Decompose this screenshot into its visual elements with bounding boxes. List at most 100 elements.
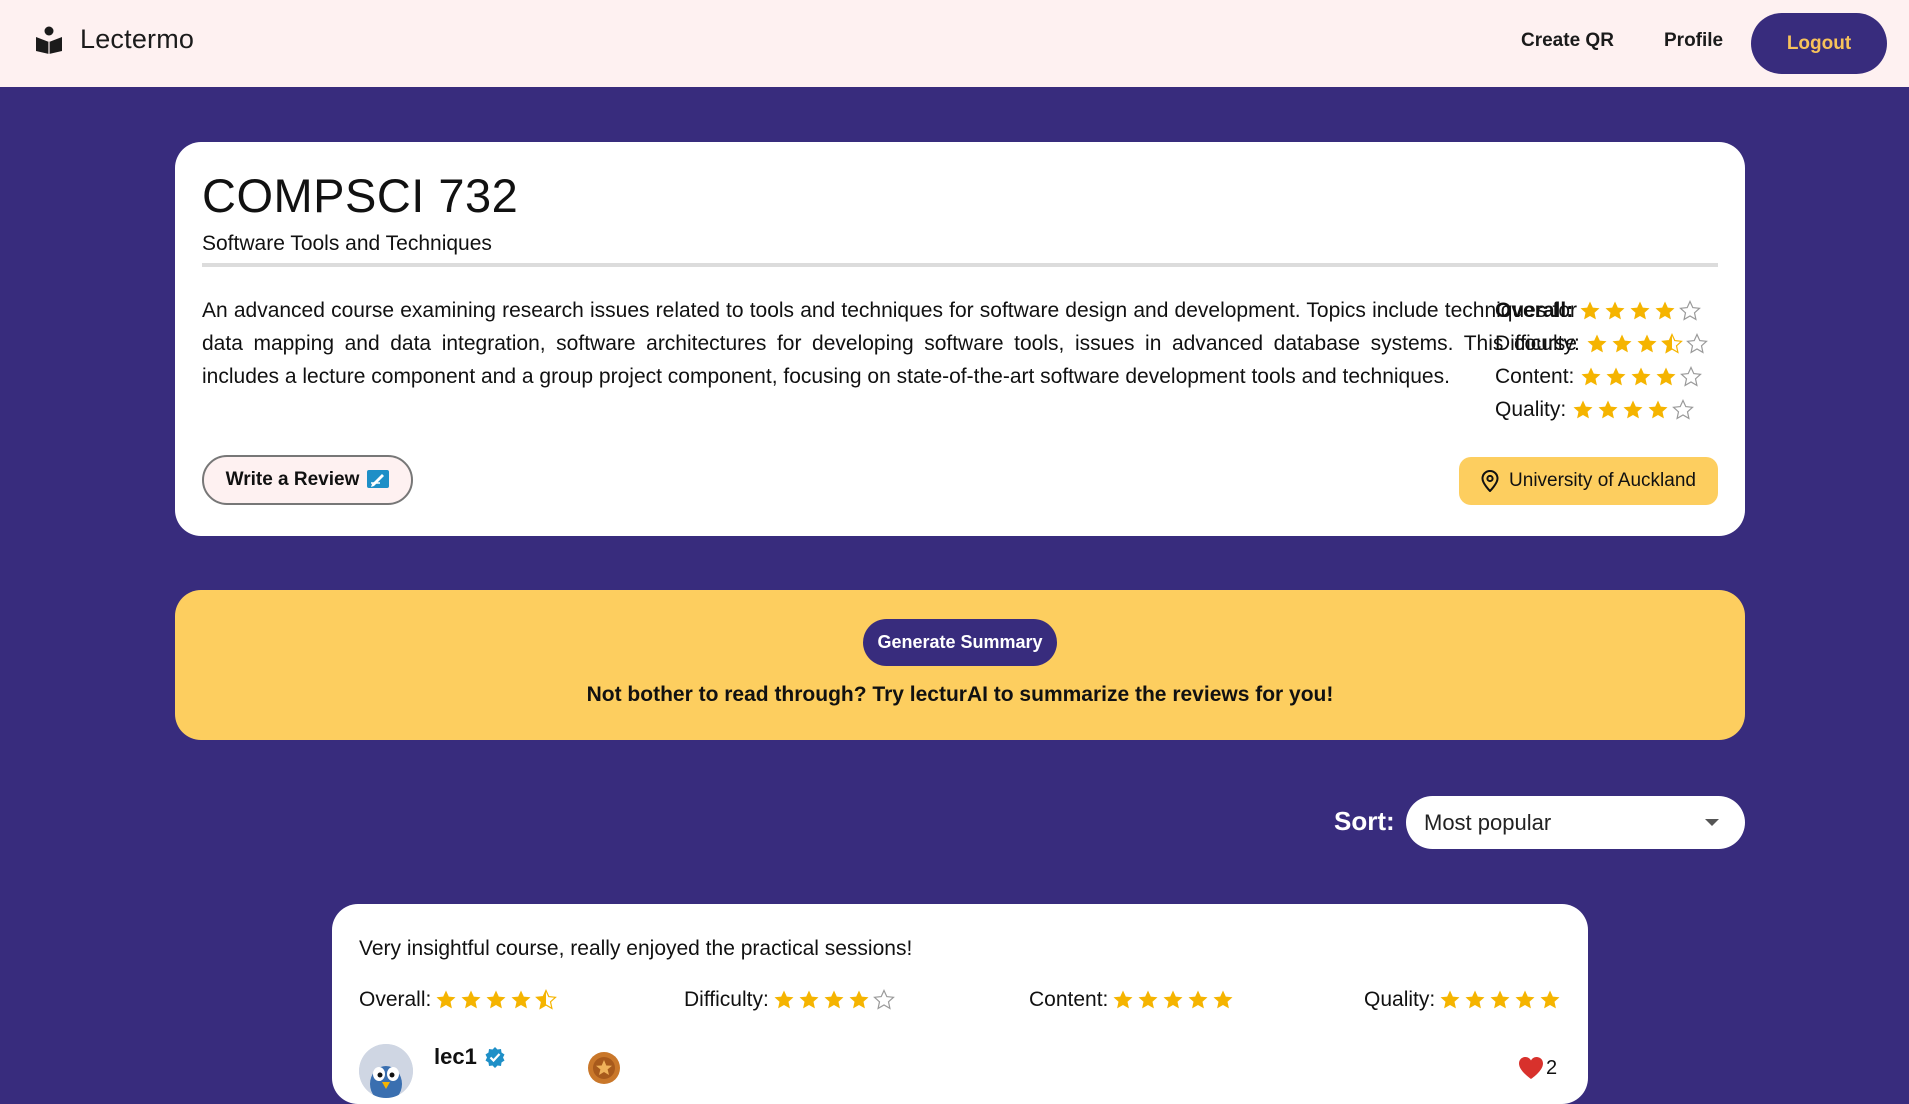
brand[interactable]: Lectermo bbox=[34, 24, 194, 55]
sort-label: Sort: bbox=[1334, 806, 1395, 836]
star-icon bbox=[1630, 301, 1650, 319]
generate-summary-button[interactable]: Generate Summary bbox=[863, 619, 1057, 666]
sort-selected-value: Most popular bbox=[1424, 809, 1552, 835]
rating-label: Overall: bbox=[1495, 298, 1574, 322]
star-icon bbox=[511, 990, 531, 1009]
review-card: Very insightful course, really enjoyed t… bbox=[332, 904, 1588, 1104]
rating-label: Difficulty: bbox=[1495, 331, 1580, 355]
star-icon bbox=[1637, 334, 1657, 352]
star-icon bbox=[461, 990, 481, 1009]
star-icon bbox=[1138, 990, 1158, 1009]
star-icon bbox=[849, 990, 869, 1009]
course-title: Software Tools and Techniques bbox=[202, 232, 492, 255]
heart-icon bbox=[1519, 1057, 1543, 1079]
star-icon bbox=[1587, 334, 1607, 352]
medal-badge-icon bbox=[588, 1052, 620, 1084]
star-rating bbox=[1579, 299, 1702, 322]
star-icon bbox=[1188, 990, 1208, 1009]
star-rating bbox=[1112, 989, 1234, 1011]
star-icon bbox=[535, 989, 558, 1010]
star-icon bbox=[1648, 400, 1668, 418]
quality-rating: Quality: bbox=[1495, 393, 1708, 426]
university-chip[interactable]: University of Auckland bbox=[1459, 457, 1718, 505]
star-icon bbox=[1581, 367, 1601, 385]
star-icon bbox=[1573, 400, 1593, 418]
book-reader-icon bbox=[36, 26, 62, 54]
star-icon bbox=[1606, 367, 1626, 385]
star-icon bbox=[1163, 990, 1183, 1009]
difficulty-rating: Difficulty: bbox=[1495, 327, 1708, 360]
edit-note-icon bbox=[367, 470, 390, 488]
course-description: An advanced course examining research is… bbox=[202, 299, 1577, 388]
course-code: COMPSCI 732 bbox=[202, 169, 519, 222]
review-username[interactable]: lec1 bbox=[434, 1044, 477, 1070]
star-icon bbox=[824, 990, 844, 1009]
like-count: 2 bbox=[1546, 1056, 1558, 1079]
write-review-button[interactable]: Write a Review bbox=[202, 455, 413, 505]
star-rating bbox=[1580, 365, 1703, 388]
profile-link[interactable]: Profile bbox=[1664, 30, 1723, 52]
location-pin-icon bbox=[1481, 470, 1499, 492]
star-icon bbox=[1672, 398, 1695, 420]
review-quality-rating: Quality: bbox=[1364, 988, 1561, 1012]
top-navbar: Lectermo Create QR Profile Logout bbox=[0, 0, 1909, 87]
rating-label: Content: bbox=[1029, 988, 1109, 1011]
review-overall-rating: Overall: bbox=[359, 988, 558, 1012]
star-icon bbox=[1540, 990, 1560, 1009]
bird-avatar-icon bbox=[359, 1044, 413, 1098]
university-name: University of Auckland bbox=[1509, 470, 1696, 491]
course-ratings: Overall: Difficulty: Content: Quality: bbox=[1495, 294, 1708, 426]
star-icon bbox=[1465, 990, 1485, 1009]
star-icon bbox=[1655, 301, 1675, 319]
sort-select[interactable]: Most popular bbox=[1406, 796, 1745, 849]
chevron-down-icon bbox=[1705, 819, 1719, 826]
create-qr-link[interactable]: Create QR bbox=[1521, 30, 1614, 52]
star-rating bbox=[1586, 332, 1708, 355]
ai-summary-banner: Generate Summary Not bother to read thro… bbox=[175, 590, 1745, 740]
star-icon bbox=[1440, 990, 1460, 1009]
star-icon bbox=[774, 990, 794, 1009]
star-rating bbox=[773, 989, 895, 1011]
divider bbox=[202, 263, 1718, 267]
star-icon bbox=[799, 990, 819, 1009]
star-icon bbox=[1612, 334, 1632, 352]
star-icon bbox=[1679, 299, 1702, 321]
content-rating: Content: bbox=[1495, 360, 1708, 393]
star-icon bbox=[1685, 332, 1708, 354]
avatar[interactable] bbox=[359, 1044, 413, 1098]
star-icon bbox=[1623, 400, 1643, 418]
rating-label: Overall: bbox=[359, 988, 432, 1011]
review-text: Very insightful course, really enjoyed t… bbox=[359, 937, 913, 960]
star-rating bbox=[1572, 398, 1695, 421]
review-difficulty-rating: Difficulty: bbox=[684, 988, 895, 1012]
brand-name: Lectermo bbox=[80, 24, 195, 54]
star-icon bbox=[1213, 990, 1233, 1009]
star-icon bbox=[1598, 400, 1618, 418]
star-icon bbox=[436, 990, 456, 1009]
star-rating bbox=[1439, 989, 1561, 1011]
star-icon bbox=[1656, 367, 1676, 385]
rating-label: Content: bbox=[1495, 364, 1575, 388]
verified-badge-icon bbox=[485, 1047, 505, 1068]
rating-label: Quality: bbox=[1495, 397, 1567, 421]
star-icon bbox=[872, 989, 895, 1010]
star-icon bbox=[1580, 301, 1600, 319]
star-rating bbox=[435, 989, 558, 1011]
star-icon bbox=[1631, 367, 1651, 385]
star-icon bbox=[1490, 990, 1510, 1009]
star-icon bbox=[1605, 301, 1625, 319]
summary-prompt: Not bother to read through? Try lecturAI… bbox=[586, 683, 1334, 706]
star-icon bbox=[1660, 332, 1683, 354]
star-icon bbox=[1515, 990, 1535, 1009]
course-card: COMPSCI 732 Software Tools and Technique… bbox=[175, 142, 1745, 536]
write-review-label: Write a Review bbox=[225, 469, 360, 490]
overall-rating: Overall: bbox=[1495, 294, 1708, 327]
rating-label: Difficulty: bbox=[684, 988, 769, 1011]
star-icon bbox=[1680, 365, 1703, 387]
rating-label: Quality: bbox=[1364, 988, 1436, 1011]
review-content-rating: Content: bbox=[1029, 988, 1234, 1012]
star-icon bbox=[1113, 990, 1133, 1009]
logout-button[interactable]: Logout bbox=[1751, 13, 1887, 74]
like-button[interactable]: 2 bbox=[1518, 1056, 1557, 1080]
star-icon bbox=[486, 990, 506, 1009]
